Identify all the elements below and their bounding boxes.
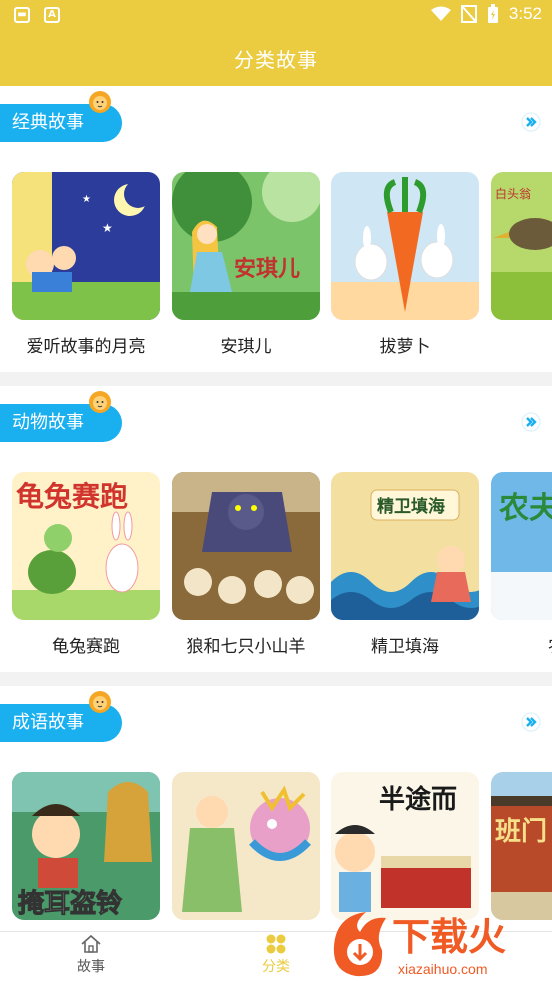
cover-text: 精卫填海 bbox=[377, 496, 445, 517]
story-thumbnail: ★ ★ bbox=[12, 172, 160, 320]
page-title: 分类故事 bbox=[234, 48, 318, 72]
section-classic-stories: 经典故事 ★★ 爱听故事的月亮 安琪儿 安琪儿 拔萝卜 白头翁 白 bbox=[0, 86, 552, 372]
story-card[interactable]: 拔萝卜 bbox=[331, 172, 479, 357]
lion-mascot-icon bbox=[89, 691, 111, 713]
xiazaihuo-watermark: 下载火 xiazaihuo.com bbox=[333, 912, 506, 977]
wifi-icon bbox=[430, 6, 451, 21]
watermark-brand: 下载火 bbox=[392, 915, 506, 959]
story-title: 龟兔赛跑 bbox=[52, 637, 120, 657]
cover-text: 龟兔赛跑 bbox=[16, 480, 128, 513]
app-notification-icon: A bbox=[44, 7, 60, 23]
more-arrow-icon[interactable] bbox=[521, 712, 541, 732]
home-icon bbox=[81, 934, 101, 953]
story-thumbnail: 龟兔赛跑 bbox=[12, 472, 160, 620]
tab-label: 故事 bbox=[77, 959, 105, 975]
lion-mascot-icon bbox=[89, 391, 111, 413]
tab-label: 分类 bbox=[262, 959, 290, 975]
watermark-url: xiazaihuo.com bbox=[398, 961, 488, 977]
story-title: 安琪儿 bbox=[220, 337, 272, 357]
story-card[interactable]: 掩耳盗铃 bbox=[12, 772, 160, 932]
status-time: 3:52 bbox=[508, 4, 542, 23]
story-card[interactable]: 精卫填海 精卫填海 bbox=[331, 472, 479, 657]
app-header: ▬ A 3:52 分类故事 bbox=[0, 0, 552, 86]
story-title: 狼和七只小山羊 bbox=[186, 637, 306, 657]
story-thumbnail bbox=[172, 772, 320, 920]
lion-mascot-icon bbox=[89, 91, 111, 113]
cover-text: 安琪儿 bbox=[234, 256, 300, 282]
cover-text: 掩耳盗铃 bbox=[18, 888, 122, 919]
tab-stories[interactable]: 故事 bbox=[41, 934, 141, 976]
more-arrow-icon[interactable] bbox=[521, 412, 541, 432]
svg-text:★: ★ bbox=[102, 221, 113, 235]
story-thumbnail: 掩耳盗铃 bbox=[12, 772, 160, 920]
svg-text:★: ★ bbox=[82, 194, 91, 205]
story-thumbnail: 白头翁 bbox=[491, 172, 552, 320]
story-card[interactable]: 农夫 农夫 bbox=[491, 472, 552, 657]
cover-text: 白头翁 bbox=[495, 186, 531, 201]
notification-icon: ▬ bbox=[14, 7, 30, 23]
tab-category[interactable]: 分类 bbox=[226, 934, 326, 976]
more-arrow-icon[interactable] bbox=[521, 112, 541, 132]
story-thumbnail: 精卫填海 bbox=[331, 472, 479, 620]
story-title: 农夫 bbox=[491, 632, 552, 657]
story-thumbnail: 农夫 bbox=[491, 472, 552, 620]
battery-icon bbox=[487, 4, 498, 23]
story-card[interactable]: 狼和七只小山羊 bbox=[172, 472, 320, 657]
story-thumbnail bbox=[331, 172, 479, 320]
story-card[interactable]: 白头翁 白 bbox=[491, 172, 552, 357]
story-title: 爱听故事的月亮 bbox=[26, 337, 146, 357]
cover-text: 农夫 bbox=[498, 491, 552, 526]
story-thumbnail: 安琪儿 bbox=[172, 172, 320, 320]
story-card[interactable] bbox=[172, 772, 320, 932]
story-title: 白 bbox=[491, 332, 552, 357]
no-signal-icon bbox=[460, 5, 477, 23]
cover-text: 班门 bbox=[495, 817, 547, 847]
story-title: 精卫填海 bbox=[371, 637, 439, 657]
section-animal-stories: 动物故事 龟兔赛跑 龟兔赛跑 狼和七只小山羊 精卫填海 精卫填海 农夫 农夫 bbox=[0, 386, 552, 672]
story-card[interactable]: 安琪儿 安琪儿 bbox=[172, 172, 320, 357]
story-thumbnail: 半途而 bbox=[331, 772, 479, 920]
category-icon bbox=[266, 934, 286, 954]
status-bar: ▬ A 3:52 bbox=[0, 0, 552, 32]
story-thumbnail bbox=[172, 472, 320, 620]
story-card[interactable]: ★ ★ 爱听故事的月亮 bbox=[12, 172, 160, 357]
story-thumbnail: 班门 bbox=[491, 772, 552, 920]
story-title: 拔萝卜 bbox=[379, 337, 431, 357]
cover-text: 半途而 bbox=[379, 784, 457, 815]
story-card[interactable]: 龟兔赛跑 龟兔赛跑 bbox=[12, 472, 160, 657]
